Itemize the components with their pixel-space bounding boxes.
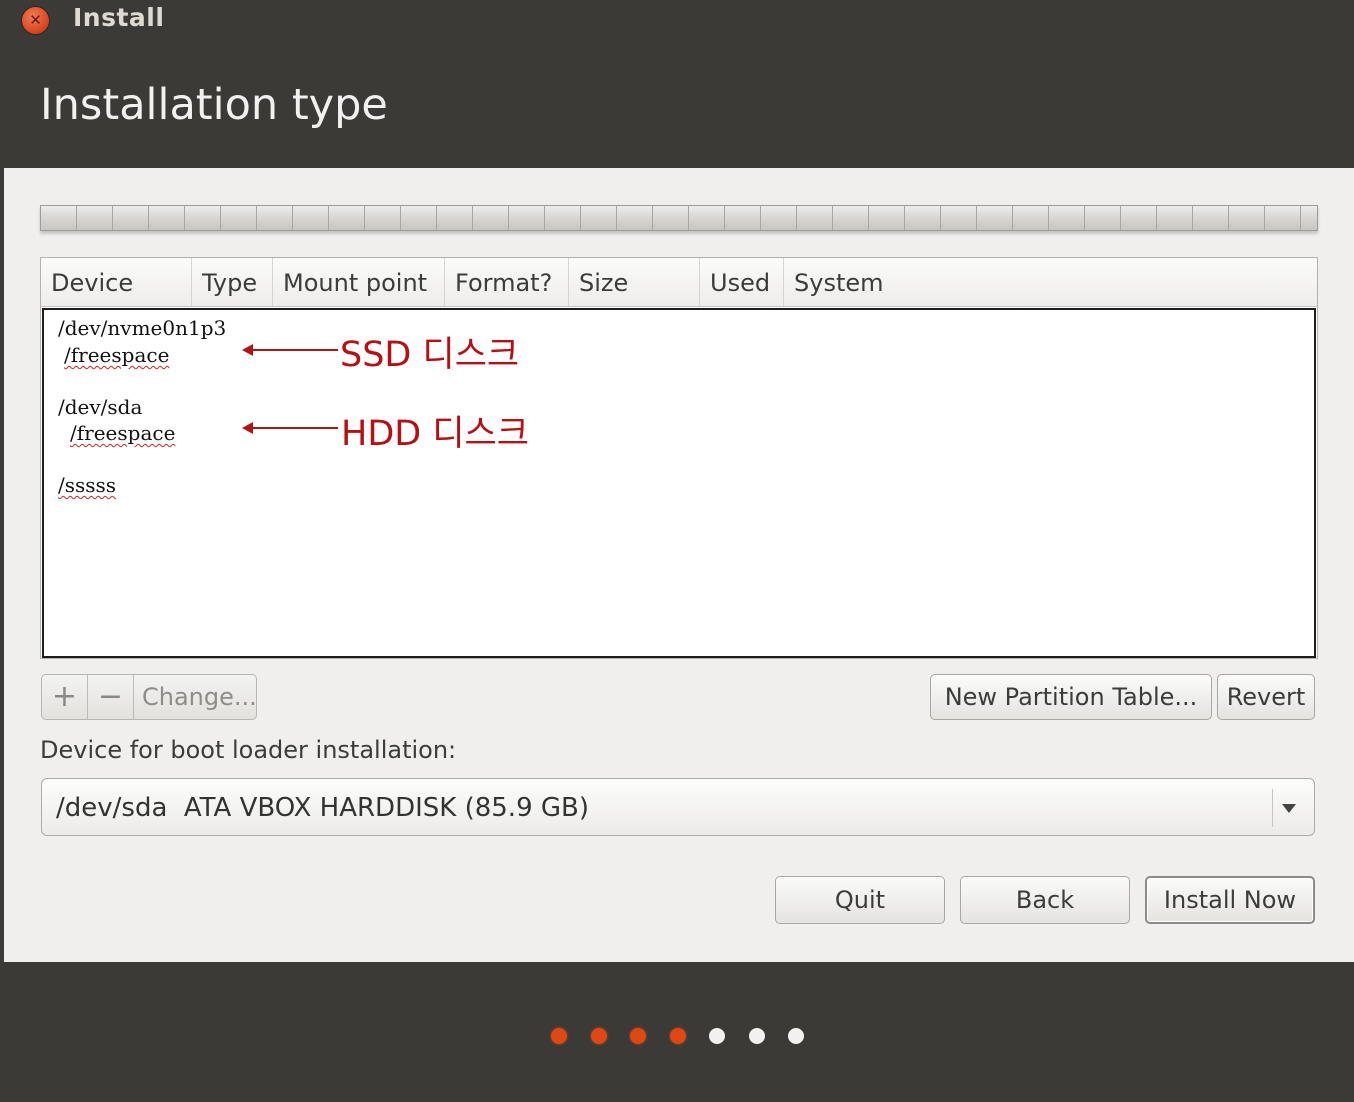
quit-button[interactable]: Quit (775, 876, 945, 924)
progress-dot-complete (590, 1028, 607, 1044)
select-divider (1272, 789, 1273, 827)
remove-partition-button[interactable]: − (88, 675, 134, 719)
progress-dot-pending (748, 1028, 765, 1044)
add-partition-button[interactable]: + (42, 675, 88, 719)
hdd-annotation: HDD 디스크 (341, 414, 529, 454)
ssd-arrow (242, 344, 338, 356)
column-header-type[interactable]: Type (192, 258, 273, 306)
table-row[interactable]: /dev/sda (58, 395, 142, 419)
column-header-size[interactable]: Size (569, 258, 700, 306)
install-now-button[interactable]: Install Now (1145, 876, 1315, 924)
partition-table: Device Type Mount point Format? Size Use… (40, 257, 1318, 659)
close-icon[interactable]: ✕ (22, 7, 49, 34)
chevron-down-icon[interactable] (1282, 804, 1296, 813)
table-row[interactable]: /freespace (64, 343, 169, 367)
column-header-format[interactable]: Format? (445, 258, 569, 306)
revert-button[interactable]: Revert (1217, 674, 1315, 720)
progress-dot-pending (788, 1028, 804, 1044)
progress-indicator (551, 1028, 811, 1044)
partition-tools: + − Change... (41, 674, 257, 720)
footer (0, 962, 1354, 1102)
new-partition-table-button[interactable]: New Partition Table... (930, 674, 1212, 720)
title-bar: ✕ Install Installation type (0, 0, 1354, 168)
column-header-mount-point[interactable]: Mount point (273, 258, 445, 306)
boot-loader-value: /dev/sda ATA VBOX HARDDISK (85.9 GB) (56, 793, 589, 823)
partition-bar (40, 205, 1318, 231)
progress-dot-complete (630, 1028, 646, 1044)
column-header-used[interactable]: Used (700, 258, 784, 306)
ssd-annotation: SSD 디스크 (340, 335, 520, 375)
progress-dot-complete (551, 1028, 567, 1044)
page-title: Installation type (40, 80, 388, 130)
boot-loader-select[interactable]: /dev/sda ATA VBOX HARDDISK (85.9 GB) (41, 778, 1315, 836)
table-row[interactable]: /dev/nvme0n1p3 (58, 316, 226, 340)
main-content: Device Type Mount point Format? Size Use… (4, 168, 1354, 962)
table-row[interactable]: /sssss (58, 473, 116, 497)
column-header-device[interactable]: Device (41, 258, 192, 306)
hdd-arrow (242, 422, 338, 434)
table-row[interactable]: /freespace (70, 421, 175, 445)
progress-dot-pending (709, 1028, 725, 1044)
progress-dot-complete (669, 1028, 686, 1044)
table-body: /dev/nvme0n1p3 /freespace /dev/sda /free… (42, 308, 1316, 658)
boot-loader-label: Device for boot loader installation: (40, 736, 457, 764)
back-button[interactable]: Back (960, 876, 1130, 924)
column-header-system[interactable]: System (784, 258, 1317, 306)
window-title: Install (73, 3, 165, 32)
table-header: Device Type Mount point Format? Size Use… (41, 258, 1317, 307)
change-partition-button[interactable]: Change... (134, 675, 257, 719)
